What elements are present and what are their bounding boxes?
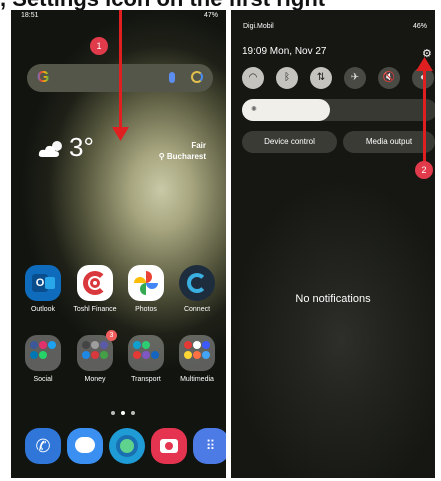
lens-icon[interactable]	[191, 71, 203, 83]
dock-apps[interactable]: ⠿	[188, 428, 226, 464]
money-folder-icon: 3	[77, 330, 117, 371]
google-logo-icon: G	[37, 69, 50, 86]
wifi-tile[interactable]: ◠	[242, 67, 264, 89]
transport-folder-icon	[128, 335, 164, 371]
status-battery: 46%	[412, 23, 427, 30]
folder-label: Multimedia	[180, 376, 214, 383]
sound-tile[interactable]: 🔇	[378, 67, 400, 89]
toshl-finance-icon	[77, 265, 113, 301]
partly-cloudy-icon	[38, 141, 62, 157]
status-time: 18:51	[21, 12, 39, 19]
folder-label: Social	[33, 376, 53, 383]
app-outlook[interactable]: O Outlook	[20, 265, 66, 313]
app-label: Connect	[183, 306, 211, 313]
carrier-name: Digi.Mobil	[243, 23, 274, 30]
page-indicator	[107, 408, 147, 418]
dock-camera[interactable]	[146, 428, 192, 464]
cropped-heading: , Settings icon on the first right	[0, 0, 441, 10]
photos-icon	[128, 265, 164, 301]
folder-multimedia[interactable]: Multimedia	[174, 335, 220, 383]
folder-label: Money	[84, 376, 106, 383]
app-label: Toshl Finance	[73, 306, 117, 313]
temperature: 3°	[69, 132, 94, 162]
notification-badge: 3	[106, 330, 117, 341]
date-time: 19:09 Mon, Nov 27	[242, 46, 327, 57]
messages-icon	[67, 428, 103, 464]
weather-city: ⚲ Bucharest	[158, 152, 206, 161]
connect-icon	[179, 265, 215, 301]
airplane-tile[interactable]: ✈	[344, 67, 366, 89]
annotation-step-2: 2	[415, 161, 433, 179]
app-label: Photos	[135, 306, 157, 313]
annotation-arrow	[119, 10, 122, 132]
sound-off-icon: 🔇	[382, 72, 396, 83]
heading-text: , Settings icon on the first right	[0, 0, 325, 10]
data-tile[interactable]: ⇅	[310, 67, 332, 89]
app-label: Outlook	[30, 306, 56, 313]
dock-edge[interactable]	[104, 428, 150, 464]
brightness-icon: ✺	[251, 106, 257, 113]
bluetooth-tile[interactable]: ᛒ	[276, 67, 298, 89]
apps-drawer-icon: ⠿	[193, 428, 226, 464]
app-toshl-finance[interactable]: Toshl Finance	[72, 265, 118, 313]
airplane-mode-icon: ✈	[350, 72, 360, 83]
microphone-icon[interactable]	[169, 72, 175, 83]
dock-messages[interactable]	[62, 428, 108, 464]
empty-notifications: No notifications	[295, 293, 371, 305]
folder-money[interactable]: 3 Money	[72, 330, 118, 383]
dock-phone[interactable]: ✆	[20, 428, 66, 464]
quick-settings-panel: Digi.Mobil 46% 19:09 Mon, Nov 27 ⚙ ◠ ᛒ ⇅…	[231, 10, 435, 478]
status-battery: 47%	[203, 12, 218, 19]
brightness-slider[interactable]: ✺	[242, 99, 435, 121]
weather-condition: Fair	[191, 141, 206, 150]
outlook-icon: O	[25, 265, 61, 301]
data-transfer-icon: ⇅	[316, 72, 326, 83]
annotation-arrow	[423, 65, 426, 163]
app-photos[interactable]: Photos	[123, 265, 169, 313]
camera-icon	[151, 428, 187, 464]
device-control-button[interactable]: Device control	[242, 131, 337, 153]
media-output-button[interactable]: Media output	[343, 131, 435, 153]
wifi-icon: ◠	[248, 72, 258, 83]
bluetooth-icon: ᛒ	[284, 72, 290, 83]
status-bar: Digi.Mobil 46%	[231, 10, 435, 30]
tutorial-screenshot: , Settings icon on the first right 18:51…	[0, 0, 441, 481]
arrow-head-down-icon	[112, 127, 129, 141]
app-connect[interactable]: Connect	[174, 265, 220, 313]
arrow-head-up-icon	[416, 57, 433, 71]
multimedia-folder-icon	[179, 335, 215, 371]
edge-browser-icon	[109, 428, 145, 464]
folder-label: Transport	[131, 376, 161, 383]
annotation-step-1: 1	[90, 37, 108, 55]
phone-icon: ✆	[25, 428, 61, 464]
folder-social[interactable]: Social	[20, 335, 66, 383]
social-folder-icon	[25, 335, 61, 371]
folder-transport[interactable]: Transport	[123, 335, 169, 383]
home-screen: 18:51 47% G 3° Fair ⚲ Bucharest O Outloo…	[11, 10, 226, 478]
